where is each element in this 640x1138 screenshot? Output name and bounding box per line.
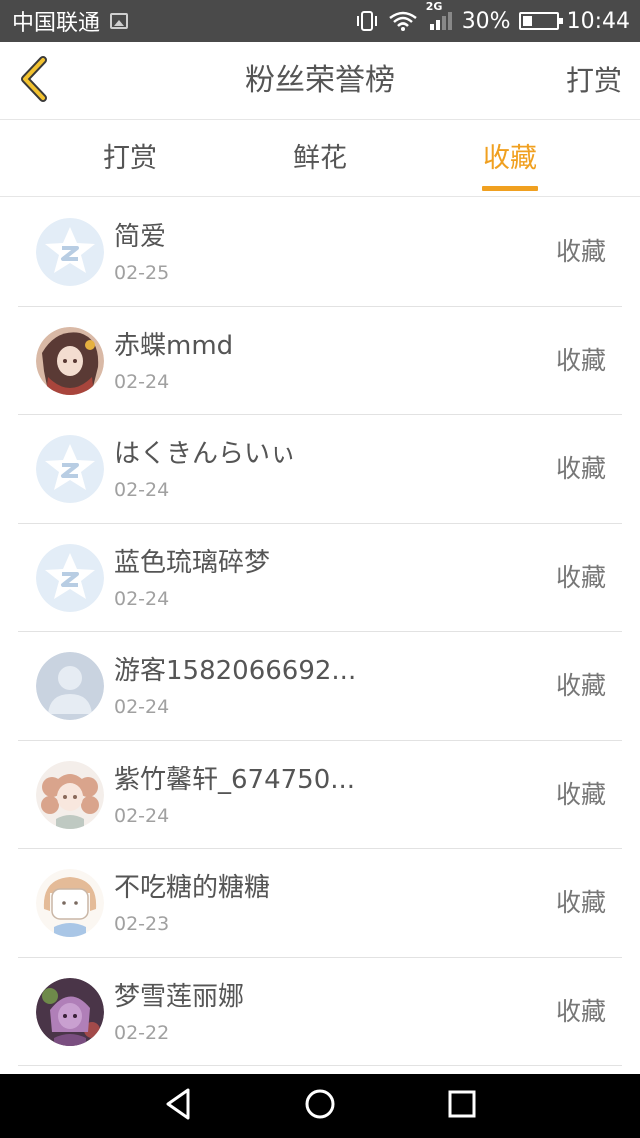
row-action-label: 收藏 (555, 996, 606, 1026)
list-item[interactable]: 不吃糖的糖糖 02-23 收藏 (18, 849, 622, 958)
tab-favorites[interactable]: 收藏 (450, 121, 570, 197)
fan-date: 02-22 (114, 1021, 170, 1044)
clock: 10:44 (566, 8, 630, 34)
nav-home-icon (303, 1087, 337, 1125)
network-type: 2G (425, 0, 443, 13)
tab-tip[interactable]: 打赏 (70, 121, 190, 197)
nav-recents-button[interactable] (422, 1074, 502, 1138)
anime-girl-avatar[interactable] (36, 326, 104, 395)
fan-date: 02-24 (114, 587, 170, 610)
fan-date: 02-25 (114, 262, 170, 284)
fan-name: 简爱 (114, 222, 167, 252)
image-notification-icon (110, 13, 129, 29)
battery-level (522, 16, 533, 26)
fan-date: 02-23 (114, 913, 170, 935)
page-title: 粉丝荣誉榜 (245, 63, 395, 98)
nav-back-button[interactable] (138, 1074, 218, 1138)
fan-name: 不吃糖的糖糖 (114, 873, 271, 903)
row-action-label: 收藏 (555, 779, 606, 809)
wifi-icon (388, 10, 418, 32)
tip-button[interactable]: 打赏 (566, 42, 622, 120)
nav-home-button[interactable] (280, 1074, 360, 1138)
battery-percent: 30% (461, 8, 511, 34)
list-item[interactable]: 简爱 02-25 收藏 (18, 198, 622, 307)
app-header: 粉丝荣誉榜 打赏 (0, 42, 640, 120)
tab-label: 打赏 (103, 143, 157, 174)
default-star-avatar[interactable] (36, 218, 104, 286)
default-star-avatar[interactable] (36, 435, 104, 503)
fan-date: 02-24 (114, 804, 170, 827)
row-action-label: 收藏 (555, 888, 606, 917)
status-bar: 中国联通 2G 30% 10:44 (0, 0, 640, 42)
fan-name: はくきんらいぃ (114, 439, 297, 469)
row-action-label: 收藏 (555, 454, 606, 483)
status-right: 2G 30% 10:44 (354, 0, 630, 42)
status-left: 中国联通 (12, 0, 129, 42)
list-item[interactable]: はくきんらいぃ 02-24 收藏 (18, 415, 622, 524)
tab-bar: 打赏 鲜花 收藏 (0, 121, 640, 197)
sketch-girl-avatar[interactable] (36, 869, 104, 937)
list-item[interactable]: 蓝色琉璃碎梦 02-24 收藏 (18, 524, 622, 632)
fan-list: 简爱 02-25 收藏 赤蝶mmd 02-24 收藏 はくきんらいぃ 02-24… (0, 198, 640, 1066)
fan-name: 赤蝶mmd (114, 330, 234, 361)
system-nav-bar (0, 1074, 640, 1138)
fan-name: 紫竹馨轩_674750... (114, 764, 356, 795)
fan-date: 02-24 (114, 479, 170, 501)
list-item[interactable]: 紫竹馨轩_674750... 02-24 收藏 (18, 741, 622, 849)
fan-name: 蓝色琉璃碎梦 (114, 547, 271, 578)
tab-label: 收藏 (483, 143, 537, 174)
list-item[interactable]: 赤蝶mmd 02-24 收藏 (18, 307, 622, 415)
guest-silhouette-avatar[interactable] (36, 652, 104, 720)
nav-back-icon (162, 1086, 194, 1126)
nav-recents-icon (447, 1089, 477, 1123)
purple-fantasy-avatar[interactable] (36, 977, 104, 1046)
fan-name: 游客1582066692... (114, 656, 357, 686)
row-action-label: 收藏 (555, 345, 606, 375)
tab-flowers[interactable]: 鲜花 (260, 121, 380, 197)
tab-label: 鲜花 (293, 143, 347, 174)
fan-date: 02-24 (114, 370, 170, 393)
curly-hair-girl-avatar[interactable] (36, 760, 104, 829)
battery-icon (518, 12, 563, 30)
list-item[interactable]: 游客1582066692... 02-24 收藏 (18, 632, 622, 741)
vibrate-icon (354, 10, 380, 32)
default-star-avatar[interactable] (36, 543, 104, 612)
row-action-label: 收藏 (555, 671, 606, 700)
row-action-label: 收藏 (555, 237, 606, 266)
carrier-name: 中国联通 (12, 11, 101, 36)
fan-name: 梦雪莲丽娜 (114, 981, 245, 1012)
active-tab-indicator (482, 186, 538, 191)
signal-icon: 2G (426, 0, 454, 32)
list-item[interactable]: 梦雪莲丽娜 02-22 收藏 (18, 958, 622, 1066)
fan-date: 02-24 (114, 696, 170, 718)
row-action-label: 收藏 (555, 562, 606, 592)
